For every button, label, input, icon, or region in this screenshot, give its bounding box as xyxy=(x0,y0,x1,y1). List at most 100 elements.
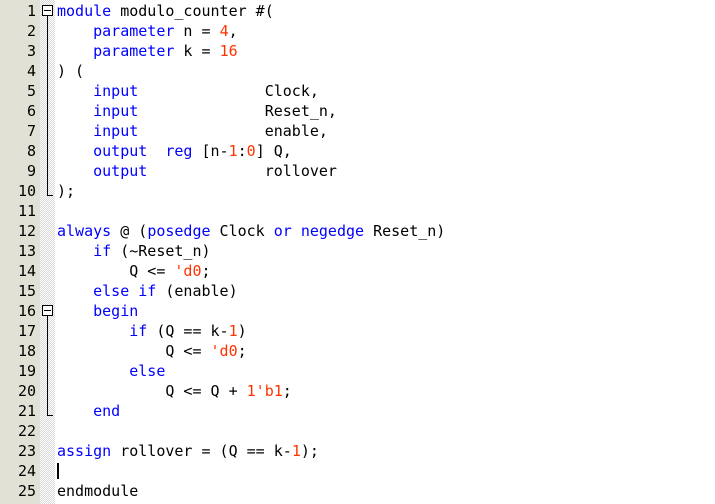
code-line[interactable]: ) ( xyxy=(55,61,715,81)
code-plain-text xyxy=(57,142,93,160)
code-plain-text xyxy=(57,82,93,100)
code-line[interactable]: output reg [n-1:0] Q, xyxy=(55,141,715,161)
code-number-literal: 4 xyxy=(219,22,229,40)
line-number: 8 xyxy=(26,142,36,160)
code-keyword: assign xyxy=(57,442,112,460)
code-plain-text: : xyxy=(237,142,247,160)
line-number: 12 xyxy=(17,222,36,240)
code-plain-text: Reset_n) xyxy=(364,222,446,240)
line-number: 14 xyxy=(17,262,36,280)
code-plain-text xyxy=(57,282,93,300)
line-number-gutter: 1 2 3 4 5 6 7 8 9 10 11 12 13 14 15 16 17 18 19 20 21 22 23 24 2… xyxy=(0,0,40,504)
code-plain-text xyxy=(57,302,93,320)
code-plain-text: ; xyxy=(282,382,292,400)
line-number: 25 xyxy=(17,482,36,500)
code-plain-text: modulo_counter #( xyxy=(111,2,274,20)
fold-guide-line xyxy=(47,16,48,195)
code-line[interactable]: else xyxy=(55,361,715,381)
code-plain-text: ] Q, xyxy=(255,142,292,160)
code-line[interactable]: if (~Reset_n) xyxy=(55,241,715,261)
code-plain-text: (enable) xyxy=(156,282,238,300)
code-editor[interactable]: 1 2 3 4 5 6 7 8 9 10 11 12 13 14 15 16 17 18 19 20 21 22 23 24 2… xyxy=(0,0,715,504)
code-plain-text: [n- xyxy=(192,142,229,160)
line-number: 21 xyxy=(17,402,36,420)
code-plain-text xyxy=(57,22,93,40)
line-number: 22 xyxy=(17,422,36,440)
line-number: 7 xyxy=(26,122,36,140)
code-plain-text: endmodule xyxy=(57,482,139,500)
code-keyword: input xyxy=(93,122,139,140)
line-number: 9 xyxy=(26,162,36,180)
code-keyword: end xyxy=(93,402,121,420)
code-plain-text: rollover = (Q == k- xyxy=(111,442,292,460)
code-line[interactable]: output rollover xyxy=(55,161,715,181)
code-plain-text: n = xyxy=(174,22,220,40)
code-line[interactable] xyxy=(55,461,715,481)
line-number: 20 xyxy=(17,382,36,400)
code-number-literal: 'd0 xyxy=(174,262,202,280)
code-plain-text xyxy=(57,42,93,60)
line-number: 4 xyxy=(26,62,36,80)
code-plain-text: Q <= xyxy=(57,342,211,360)
code-plain-text: ) ( xyxy=(57,62,85,80)
code-line[interactable] xyxy=(55,421,715,441)
code-keyword: parameter xyxy=(93,22,175,40)
code-number-literal: 1 xyxy=(228,322,238,340)
code-line[interactable]: assign rollover = (Q == k-1); xyxy=(55,441,715,461)
fold-toggle-minus-icon[interactable] xyxy=(42,305,53,316)
code-plain-text: k = xyxy=(174,42,220,60)
fold-toggle-minus-icon[interactable] xyxy=(42,5,53,16)
code-keyword: input xyxy=(93,102,139,120)
code-keyword: begin xyxy=(93,302,139,320)
code-line[interactable]: ); xyxy=(55,181,715,201)
code-line[interactable]: input Reset_n, xyxy=(55,101,715,121)
fold-guide-line xyxy=(47,316,48,415)
code-line[interactable]: always @ (posedge Clock or negedge Reset… xyxy=(55,221,715,241)
code-line[interactable]: else if (enable) xyxy=(55,281,715,301)
code-plain-text: rollover xyxy=(147,162,337,180)
code-line[interactable]: begin xyxy=(55,301,715,321)
code-number-literal: 1 xyxy=(291,442,301,460)
code-line[interactable] xyxy=(55,201,715,221)
code-plain-text: Reset_n, xyxy=(138,102,337,120)
code-plain-text: ) xyxy=(237,322,247,340)
line-number: 3 xyxy=(26,42,36,60)
code-plain-text xyxy=(57,122,93,140)
code-keyword: always xyxy=(57,222,112,240)
code-line[interactable]: parameter k = 16 xyxy=(55,41,715,61)
code-line[interactable]: input enable, xyxy=(55,121,715,141)
code-line[interactable]: if (Q == k-1) xyxy=(55,321,715,341)
code-line[interactable]: module modulo_counter #( xyxy=(55,1,715,21)
line-number: 13 xyxy=(17,242,36,260)
code-plain-text: (Q == k- xyxy=(147,322,229,340)
code-line[interactable]: end xyxy=(55,401,715,421)
fold-guide-end-foot xyxy=(47,415,53,416)
code-plain-text xyxy=(57,102,93,120)
line-number: 15 xyxy=(17,282,36,300)
code-keyword: posedge xyxy=(147,222,211,240)
line-number: 17 xyxy=(17,322,36,340)
line-number: 18 xyxy=(17,342,36,360)
code-line[interactable]: Q <= 'd0; xyxy=(55,261,715,281)
code-keyword: if xyxy=(129,322,148,340)
fold-guide-end-foot xyxy=(47,195,53,196)
code-line[interactable]: input Clock, xyxy=(55,81,715,101)
code-number-literal: 16 xyxy=(219,42,238,60)
code-line[interactable]: parameter n = 4, xyxy=(55,21,715,41)
code-plain-text: ; xyxy=(201,262,211,280)
fold-margin-column[interactable] xyxy=(40,0,55,504)
code-keyword: module xyxy=(57,2,112,20)
code-keyword: parameter xyxy=(93,42,175,60)
code-line[interactable]: Q <= Q + 1'b1; xyxy=(55,381,715,401)
code-line[interactable]: endmodule xyxy=(55,481,715,501)
code-plain-text xyxy=(57,322,129,340)
code-plain-text xyxy=(57,402,93,420)
code-plain-text: ); xyxy=(300,442,319,460)
line-number: 1 xyxy=(26,2,36,20)
code-number-literal: 1'b1 xyxy=(246,382,283,400)
code-line[interactable]: Q <= 'd0; xyxy=(55,341,715,361)
line-number: 2 xyxy=(26,22,36,40)
code-plain-text: ); xyxy=(57,182,76,200)
code-text-area[interactable]: module modulo_counter #( parameter n = 4… xyxy=(55,0,715,504)
code-plain-text: Q <= Q + xyxy=(57,382,247,400)
